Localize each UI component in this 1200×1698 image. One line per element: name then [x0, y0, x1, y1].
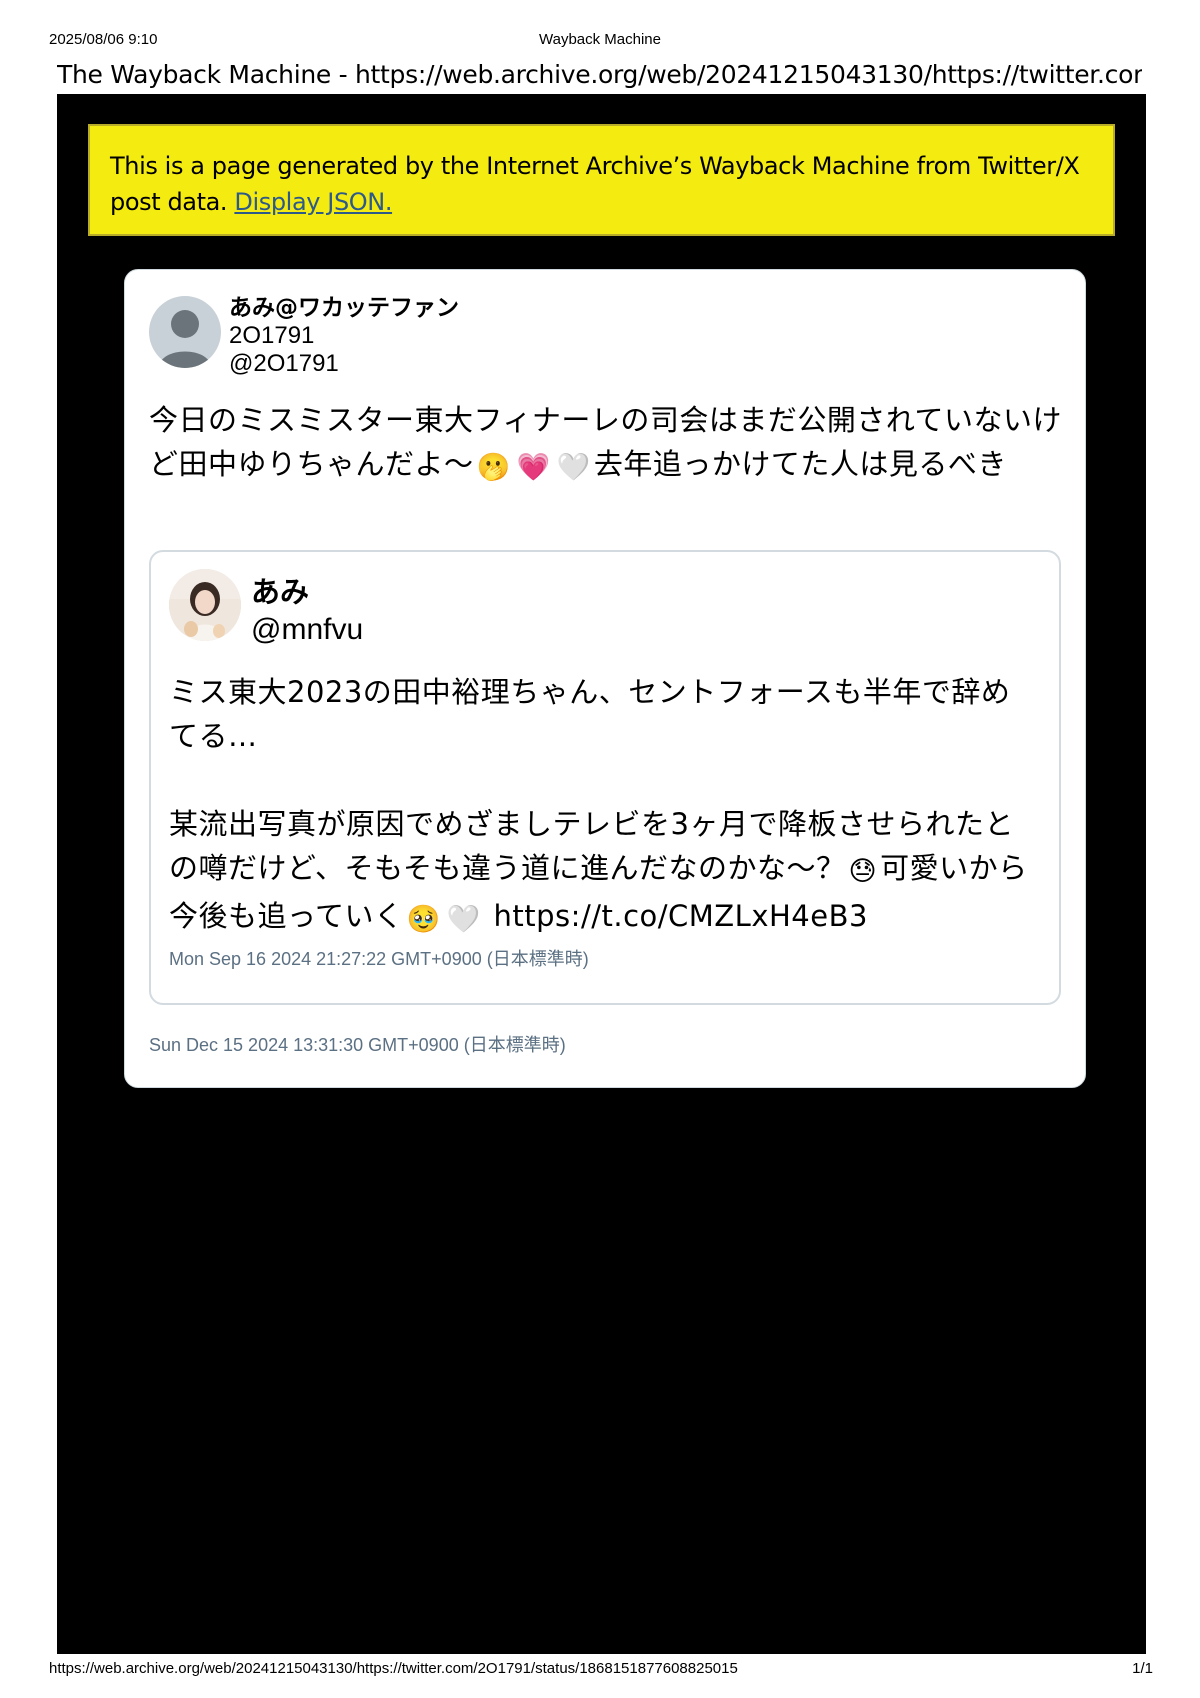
quoted-tweet-link[interactable]: https://t.co/CMZLxH4eB3 [494, 899, 868, 933]
quoted-tweet-author: あみ @mnfvu [251, 574, 363, 648]
downcast-face-with-sweat-icon: 😓 [848, 856, 878, 887]
print-title: Wayback Machine [539, 31, 661, 48]
tweet-timestamp: Sun Dec 15 2024 13:31:30 GMT+0900 (日本標準時… [149, 1035, 566, 1055]
page-title: The Wayback Machine - https://web.archiv… [57, 60, 1142, 89]
quoted-tweet[interactable]: あみ @mnfvu ミス東大2023の田中裕理ちゃん、セントフォースも半年で辞め… [149, 550, 1061, 1005]
tweet-text: 今日のミスミスター東大フィナーレの司会はまだ公開されていないけど田中ゆりちゃんだ… [149, 398, 1069, 490]
quoted-author-avatar[interactable] [169, 569, 241, 641]
tweet-card: あみ@ワカッテファン 2O1791 @2O1791 今日のミスミスター東大フィナ… [124, 269, 1086, 1088]
face-holding-back-tears-icon: 🥹 [406, 904, 441, 935]
author-display-name[interactable]: あみ@ワカッテファン [229, 294, 459, 322]
author-name-line: 2O1791 [229, 322, 315, 349]
face-with-open-eyes-and-hand-icon: 🫢 [476, 452, 511, 483]
quoted-tweet-text: ミス東大2023の田中裕理ちゃん、セントフォースも半年で辞めてる… 某流出写真が… [169, 670, 1039, 942]
display-json-link[interactable]: Display JSON. [234, 188, 392, 216]
default-avatar-icon[interactable] [149, 296, 221, 368]
quoted-author-handle[interactable]: @mnfvu [251, 611, 363, 648]
archive-page-body: This is a page generated by the Internet… [57, 94, 1146, 1654]
growing-heart-icon: 💗 [516, 452, 551, 483]
tweet-text-part: 去年追っかけてた人は見るべき [593, 447, 1007, 481]
tweet-author: あみ@ワカッテファン 2O1791 @2O1791 [229, 294, 459, 378]
quoted-tweet-timestamp: Mon Sep 16 2024 21:27:22 GMT+0900 (日本標準時… [169, 949, 589, 969]
quoted-author-display-name[interactable]: あみ [251, 574, 363, 611]
wayback-notice-banner: This is a page generated by the Internet… [88, 124, 1115, 236]
author-handle[interactable]: @2O1791 [229, 350, 459, 378]
white-heart-icon: 🤍 [446, 904, 481, 935]
print-page-count: 1/1 [1132, 1660, 1153, 1677]
white-heart-icon: 🤍 [556, 452, 591, 483]
print-footer-url: https://web.archive.org/web/202412150431… [49, 1660, 738, 1677]
